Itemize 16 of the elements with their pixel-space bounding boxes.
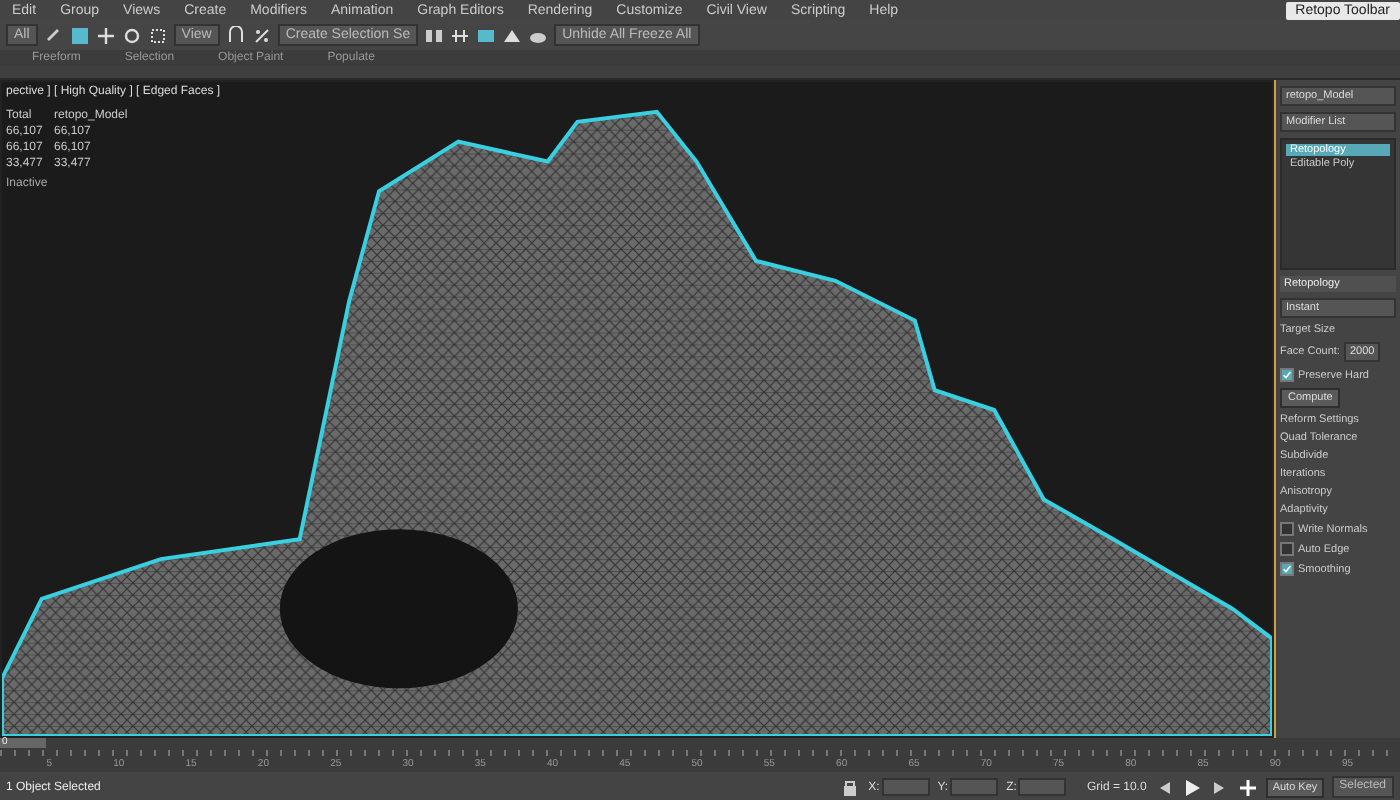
- align-icon[interactable]: [450, 25, 471, 45]
- add-key-icon[interactable]: [1238, 777, 1259, 797]
- z-coordinate-field[interactable]: [1018, 778, 1067, 796]
- scale-icon[interactable]: [147, 25, 168, 45]
- checkbox[interactable]: [1280, 522, 1294, 536]
- checkbox[interactable]: [1280, 368, 1294, 382]
- play-icon[interactable]: [1182, 777, 1203, 797]
- lock-icon[interactable]: [840, 777, 861, 797]
- checkbox[interactable]: [1280, 542, 1294, 556]
- move-icon[interactable]: [95, 25, 116, 45]
- x-coordinate-field[interactable]: [881, 778, 930, 796]
- rotate-icon[interactable]: [121, 25, 142, 45]
- percent-snap-icon[interactable]: [251, 25, 272, 45]
- y-coordinate-field[interactable]: [950, 778, 999, 796]
- snap-icon[interactable]: [225, 25, 246, 45]
- checkbox[interactable]: [1280, 562, 1294, 576]
